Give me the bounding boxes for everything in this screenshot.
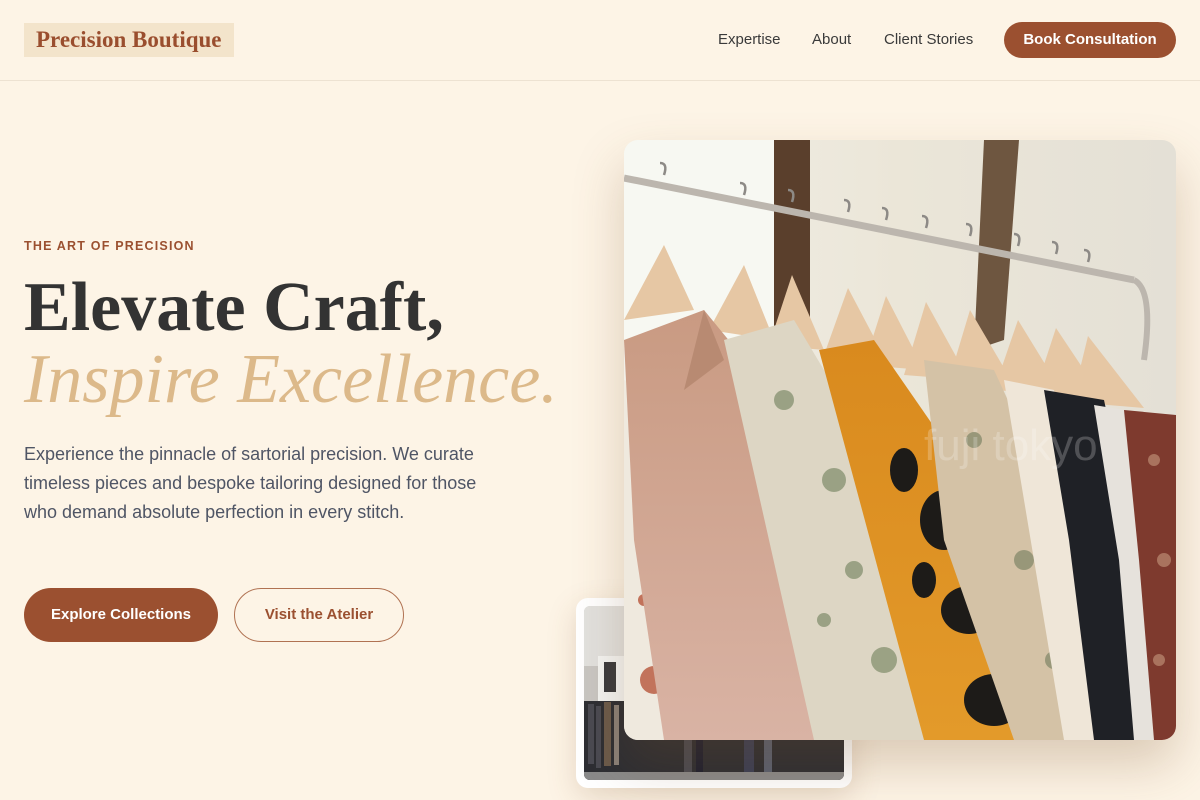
site-header: Precision Boutique Expertise About Clien… [0, 0, 1200, 81]
clothing-rack-image: fuji tokyo [624, 140, 1176, 740]
image-watermark: fuji tokyo [924, 421, 1098, 470]
nav-link-about[interactable]: About [812, 30, 851, 50]
nav-link-client-stories[interactable]: Client Stories [884, 30, 973, 50]
hero-eyebrow: THE ART OF PRECISION [24, 239, 195, 253]
visit-atelier-button[interactable]: Visit the Atelier [234, 588, 404, 642]
explore-collections-button[interactable]: Explore Collections [24, 588, 218, 642]
brand-logo[interactable]: Precision Boutique [24, 23, 234, 57]
hero-title-line-1: Elevate Craft, [24, 269, 444, 346]
hero-title-line-2: Inspire Excellence. [24, 341, 558, 418]
hero-description: Experience the pinnacle of sartorial pre… [24, 444, 477, 522]
book-consultation-button[interactable]: Book Consultation [1004, 22, 1176, 58]
nav-link-expertise[interactable]: Expertise [718, 30, 781, 50]
